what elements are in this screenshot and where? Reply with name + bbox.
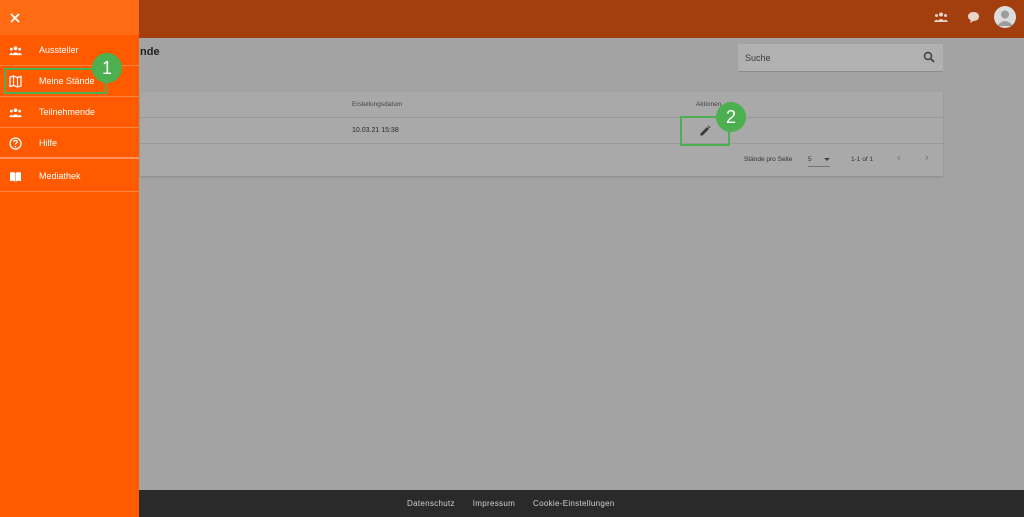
step-badge-1: 1 (92, 53, 122, 83)
column-header-date[interactable]: Erstellungsdatum (352, 101, 402, 108)
edit-pencil-icon[interactable] (699, 124, 711, 142)
table-pagination: Stände pro Seite 5 1-1 of 1 ‹ › (140, 144, 943, 176)
row-date: 10.03.21 15:38 (352, 127, 399, 134)
chat-icon[interactable] (962, 6, 984, 28)
sidebar-item-mediathek[interactable]: Mediathek (0, 161, 139, 192)
sidebar: Aussteller Meine Stände Teilnehmende Hil… (0, 0, 139, 517)
sidebar-item-label: Hilfe (39, 138, 58, 148)
sidebar-item-label: Teilnehmende (39, 107, 96, 117)
sidebar-item-label: Aussteller (39, 45, 79, 55)
column-header-actions: Aktionen (696, 101, 722, 108)
user-avatar[interactable] (994, 6, 1016, 28)
table-row: 10.03.21 15:38 (140, 118, 943, 144)
footer: Datenschutz Impressum Cookie-Einstellung… (0, 490, 1024, 517)
top-app-bar (0, 0, 1024, 38)
next-page-icon[interactable]: › (925, 152, 929, 164)
sidebar-header (0, 0, 139, 35)
close-icon[interactable] (10, 10, 20, 28)
table-header: Erstellungsdatum Aktionen (140, 92, 943, 118)
people-icon (9, 44, 22, 57)
sidebar-item-label: Mediathek (39, 171, 81, 181)
sidebar-item-hilfe[interactable]: Hilfe (0, 128, 139, 159)
people-icon[interactable] (930, 6, 952, 28)
search-placeholder: Suche (745, 53, 771, 63)
footer-link-privacy[interactable]: Datenschutz (407, 499, 455, 508)
page-title: nde (140, 46, 160, 58)
step-badge-2: 2 (716, 102, 746, 132)
per-page-value: 5 (808, 156, 812, 163)
stands-table: Erstellungsdatum Aktionen 10.03.21 15:38… (140, 92, 943, 176)
footer-link-imprint[interactable]: Impressum (473, 499, 515, 508)
caret-down-icon (824, 158, 830, 161)
help-circle-icon (9, 137, 22, 150)
people-icon (9, 106, 22, 119)
per-page-select[interactable]: 5 (808, 153, 830, 167)
search-field[interactable]: Suche (738, 44, 943, 72)
main-content: nde Suche Erstellungsdatum Aktionen 10.0… (0, 38, 1024, 490)
search-icon[interactable] (923, 50, 935, 68)
page-range: 1-1 of 1 (851, 156, 874, 163)
sidebar-item-teilnehmende[interactable]: Teilnehmende (0, 97, 139, 128)
footer-link-cookie-settings[interactable]: Cookie-Einstellungen (533, 499, 615, 508)
book-icon (9, 170, 22, 183)
previous-page-icon[interactable]: ‹ (897, 152, 901, 164)
per-page-label: Stände pro Seite (744, 156, 793, 163)
